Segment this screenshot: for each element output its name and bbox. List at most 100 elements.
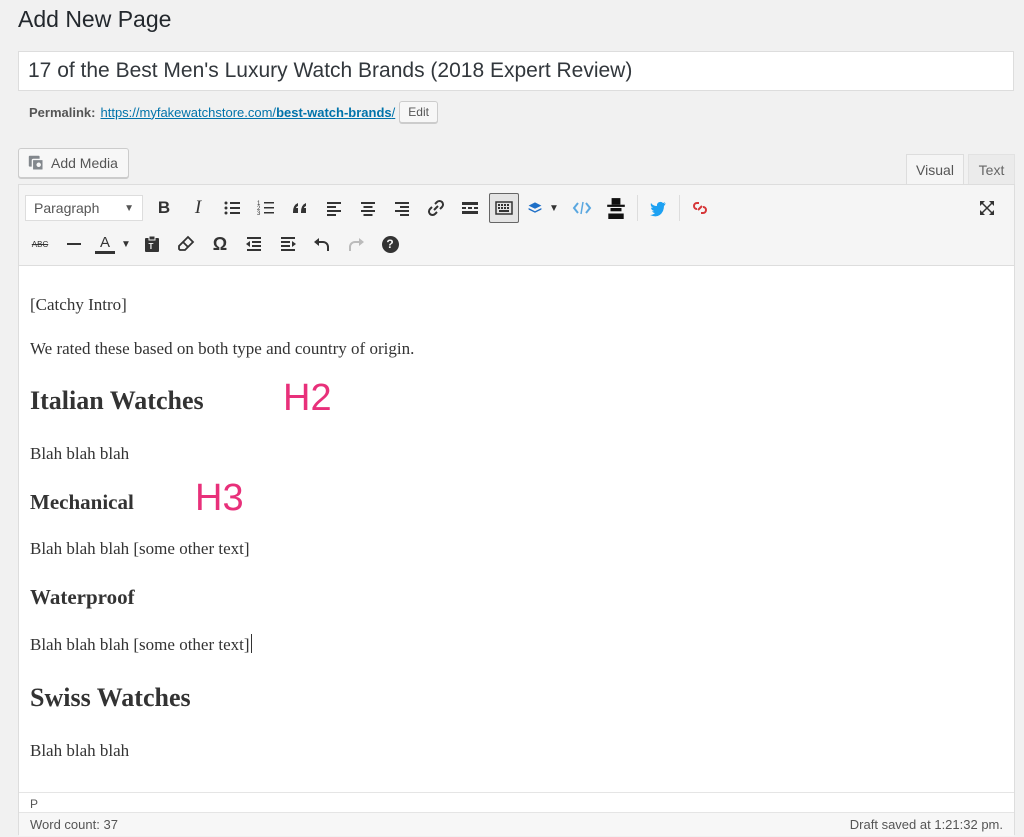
redo-icon xyxy=(349,238,364,251)
permalink-slug: best-watch-brands xyxy=(276,104,392,120)
twitter-icon xyxy=(650,201,666,217)
fullscreen-icon xyxy=(980,201,994,215)
read-more-icon xyxy=(462,202,478,214)
paragraph: Blah blah blah xyxy=(30,444,130,463)
spy-button[interactable] xyxy=(601,193,631,223)
bold-icon: B xyxy=(157,198,171,217)
align-right-button[interactable] xyxy=(387,193,417,223)
horizontal-line-button[interactable] xyxy=(59,229,89,259)
page-title: Add New Page xyxy=(18,6,172,32)
unlink-button[interactable] xyxy=(685,193,715,223)
blockquote-icon xyxy=(293,203,306,213)
align-left-button[interactable] xyxy=(319,193,349,223)
permalink-trailing: / xyxy=(391,104,396,120)
add-media-button[interactable]: Add Media xyxy=(18,148,129,178)
outdent-icon xyxy=(246,237,261,251)
permalink-row: Permalink: https://myfakewatchstore.com/… xyxy=(29,101,438,123)
fullscreen-button[interactable] xyxy=(972,193,1002,223)
toolbar-row-1: Paragraph ▼ B I 123 ▼ xyxy=(25,193,719,223)
editor-content[interactable]: [Catchy Intro] We rated these based on b… xyxy=(30,265,1014,792)
chevron-down-icon: ▼ xyxy=(121,238,131,250)
add-media-label: Add Media xyxy=(51,155,118,171)
bulleted-list-icon xyxy=(224,201,240,215)
help-glyph: ? xyxy=(386,237,394,251)
redo-button[interactable] xyxy=(341,229,371,259)
spy-icon xyxy=(607,198,625,219)
media-icon xyxy=(28,155,44,171)
undo-icon xyxy=(314,238,329,251)
toolbar-separator xyxy=(679,195,680,221)
text-color-glyph: A xyxy=(100,233,111,251)
strikethrough-button[interactable]: ABC xyxy=(25,229,55,259)
indent-button[interactable] xyxy=(273,229,303,259)
italic-icon: I xyxy=(194,197,202,218)
code-icon xyxy=(572,201,592,215)
format-select[interactable]: Paragraph ▼ xyxy=(25,195,143,221)
clear-formatting-button[interactable] xyxy=(171,229,201,259)
outdent-button[interactable] xyxy=(239,229,269,259)
post-title-input[interactable] xyxy=(18,51,1014,91)
undo-button[interactable] xyxy=(307,229,337,259)
svg-text:T: T xyxy=(149,242,154,251)
h2-annotation: H2 xyxy=(283,377,332,419)
text-color-icon: A xyxy=(95,233,116,254)
permalink-base: https://myfakewatchstore.com/ xyxy=(100,104,277,120)
help-icon: ? xyxy=(381,235,399,253)
twitter-button[interactable] xyxy=(643,193,673,223)
editor: Paragraph ▼ B I 123 ▼ ABC A ▼ T Ω ? [Cat… xyxy=(18,184,1015,836)
element-path-value: P xyxy=(30,797,39,811)
clear-formatting-icon xyxy=(178,235,195,251)
heading-h2: Italian Watches xyxy=(30,386,204,415)
layers-button[interactable]: ▼ xyxy=(523,193,563,223)
indent-icon xyxy=(281,237,296,251)
tab-visual[interactable]: Visual xyxy=(906,154,964,184)
chevron-down-icon: ▼ xyxy=(124,202,134,214)
tab-text[interactable]: Text xyxy=(968,154,1015,184)
align-left-icon xyxy=(327,202,341,216)
element-path[interactable]: P xyxy=(19,792,1014,812)
special-character-icon: Ω xyxy=(212,233,228,254)
bulleted-list-button[interactable] xyxy=(217,193,247,223)
align-center-button[interactable] xyxy=(353,193,383,223)
text-color-swatch xyxy=(95,250,116,254)
permalink-link[interactable]: https://myfakewatchstore.com/best-watch-… xyxy=(100,105,395,120)
paste-text-button[interactable]: T xyxy=(137,229,167,259)
heading-h3: Waterproof xyxy=(30,585,135,609)
editor-toolbar: Paragraph ▼ B I 123 ▼ ABC A ▼ T Ω ? xyxy=(19,185,1014,266)
draft-saved-status: Draft saved at 1:21:32 pm. xyxy=(849,817,1003,832)
numbered-list-icon: 123 xyxy=(257,201,274,217)
intro-paragraph: [Catchy Intro] xyxy=(30,295,127,314)
toolbar-separator xyxy=(637,195,638,221)
align-center-icon xyxy=(361,202,375,216)
code-button[interactable] xyxy=(567,193,597,223)
read-more-button[interactable] xyxy=(455,193,485,223)
help-button[interactable]: ? xyxy=(375,229,405,259)
h3-annotation: H3 xyxy=(195,477,244,519)
chevron-down-icon: ▼ xyxy=(549,202,559,214)
text-cursor xyxy=(250,634,252,653)
layers-icon xyxy=(528,202,542,213)
heading-h3: Mechanical xyxy=(30,490,134,514)
paragraph: Blah blah blah [some other text] xyxy=(30,634,252,655)
italic-button[interactable]: I xyxy=(183,193,213,223)
paragraph: Blah blah blah xyxy=(30,741,130,760)
bold-button[interactable]: B xyxy=(149,193,179,223)
toolbar-row-2: ABC A ▼ T Ω ? xyxy=(25,229,409,259)
word-count: Word count: 37 xyxy=(30,817,118,832)
unlink-icon xyxy=(693,202,707,214)
special-character-button[interactable]: Ω xyxy=(205,229,235,259)
paragraph-text: Blah blah blah [some other text] xyxy=(30,635,250,654)
toolbar-toggle-icon xyxy=(495,201,513,215)
blockquote-button[interactable] xyxy=(285,193,315,223)
permalink-edit-button[interactable]: Edit xyxy=(399,101,438,123)
paragraph: Blah blah blah [some other text] xyxy=(30,539,250,558)
numbered-list-button[interactable]: 123 xyxy=(251,193,281,223)
paragraph: We rated these based on both type and co… xyxy=(30,339,415,358)
toolbar-toggle-button[interactable] xyxy=(489,193,519,223)
link-button[interactable] xyxy=(421,193,451,223)
format-select-value: Paragraph xyxy=(34,200,100,216)
text-color-button[interactable]: A ▼ xyxy=(93,229,133,259)
permalink-label: Permalink: xyxy=(29,104,96,120)
horizontal-line-icon xyxy=(67,243,81,245)
paste-text-icon: T xyxy=(145,235,159,252)
